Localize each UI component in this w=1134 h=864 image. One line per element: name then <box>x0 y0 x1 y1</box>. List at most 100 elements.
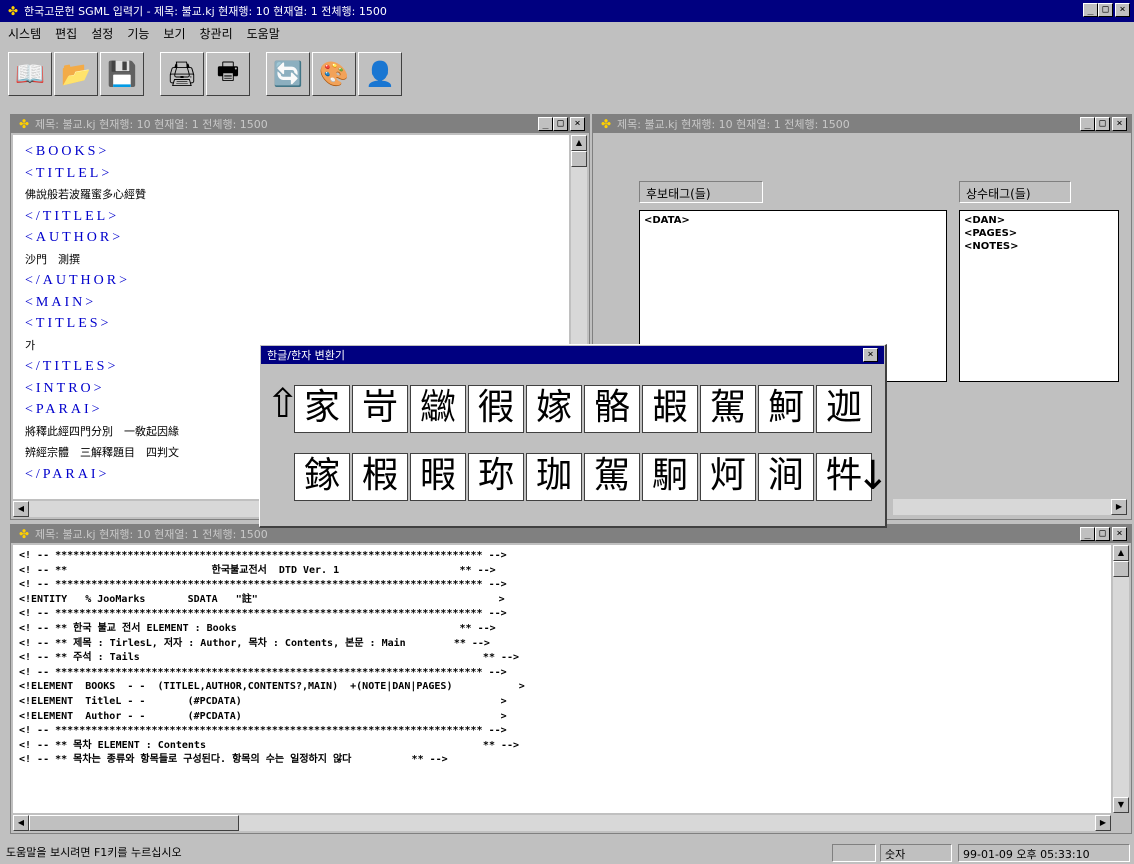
hanja-row-2: 鎵 椵 暇 珎 珈 駕 駉 炣 涧 牪 <box>294 453 872 501</box>
close-icon[interactable]: × <box>1112 117 1127 131</box>
dialog-controls: × <box>863 348 878 362</box>
text-line: 佛說般若波羅蜜多心經贊 <box>25 188 146 201</box>
minimize-icon[interactable]: _ <box>1080 527 1095 541</box>
scroll-left-icon[interactable]: ◀ <box>13 501 29 517</box>
close-icon[interactable]: × <box>863 348 878 362</box>
scroll-left-icon[interactable]: ◀ <box>13 815 29 831</box>
window-icon: ✤ <box>18 117 30 131</box>
maximize-icon[interactable]: □ <box>1098 3 1113 17</box>
dtd-line: <! -- ** 목차 ELEMENT : Contents ** --> <box>19 739 520 751</box>
minimize-icon[interactable]: _ <box>1083 3 1098 17</box>
scroll-down-icon[interactable]: ▼ <box>1113 797 1129 813</box>
dtd-line: <!ELEMENT BOOKS - - (TITLEL,AUTHOR,CONTE… <box>19 681 525 693</box>
menu-window[interactable]: 창관리 <box>200 25 233 42</box>
hanja-candidate[interactable]: 徦 <box>468 385 524 433</box>
status-pane-blank <box>832 844 876 862</box>
hanja-candidate[interactable]: 涧 <box>758 453 814 501</box>
color-icon[interactable]: 🎨 <box>312 52 356 96</box>
open-folder-icon[interactable]: 📂 <box>54 52 98 96</box>
dtd-line: <! -- **********************************… <box>19 550 507 561</box>
hanja-candidate[interactable]: 家 <box>294 385 350 433</box>
hanja-candidate[interactable]: 岢 <box>352 385 408 433</box>
hanja-candidate[interactable]: 駕 <box>584 453 640 501</box>
close-icon[interactable]: × <box>1112 527 1127 541</box>
scroll-right-icon[interactable]: ▶ <box>1111 499 1127 515</box>
close-icon[interactable]: × <box>570 117 585 131</box>
print-preview-icon[interactable]: 🖨 <box>160 52 204 96</box>
tag-horizontal-scrollbar[interactable]: ▶ <box>893 499 1127 515</box>
hanja-candidate[interactable]: 珈 <box>526 453 582 501</box>
dtd-line: <! -- **********************************… <box>19 579 507 591</box>
scroll-thumb[interactable] <box>571 151 587 167</box>
menu-system[interactable]: 시스템 <box>8 25 41 42</box>
hanja-candidate[interactable]: 駕 <box>700 385 756 433</box>
list-item[interactable]: <PAGES> <box>964 227 1114 240</box>
window-controls: _ □ × <box>1083 3 1130 17</box>
dtd-horizontal-scrollbar[interactable]: ◀ ▶ <box>13 815 1111 831</box>
scroll-up-icon[interactable]: ▲ <box>571 135 587 151</box>
printer-icon[interactable]: 🖶 <box>206 52 250 96</box>
list-item[interactable]: <DAN> <box>964 214 1114 227</box>
dtd-text-area[interactable]: <! -- **********************************… <box>13 545 1111 813</box>
hanja-candidate[interactable]: 暇 <box>410 453 466 501</box>
maximize-icon[interactable]: □ <box>1095 117 1110 131</box>
menu-help[interactable]: 도움말 <box>247 25 280 42</box>
scroll-thumb[interactable] <box>29 815 239 831</box>
convert-icon[interactable]: 🔄 <box>266 52 310 96</box>
dtd-line: <!ELEMENT TitleL - - (#PCDATA) > <box>19 695 507 707</box>
repeat-tags-list[interactable]: <DAN> <PAGES> <NOTES> <box>959 210 1119 382</box>
dtd-line: <! -- ** 목차는 종류와 항목들로 구성된다. 항목의 수는 일정하지 … <box>19 754 448 766</box>
menu-view[interactable]: 보기 <box>163 25 185 42</box>
close-icon[interactable]: × <box>1115 3 1130 17</box>
hanja-candidate[interactable]: 椵 <box>352 453 408 501</box>
open-book-icon[interactable]: 📖 <box>8 52 52 96</box>
app-icon: ✤ <box>7 4 19 18</box>
dialog-title: 한글/한자 변환기 <box>267 349 346 362</box>
hanja-row-1: 家 岢 㱍 徦 嫁 骼 嘏 駕 魺 迦 <box>294 385 872 433</box>
code-line: <TITLES> <box>25 316 112 331</box>
hanja-candidate[interactable]: 珎 <box>468 453 524 501</box>
hanja-candidate[interactable]: 嘏 <box>642 385 698 433</box>
tag-window-title: 제목: 불교.kj 현재행: 10 현재열: 1 전체행: 1500 <box>617 118 850 131</box>
hanja-candidate[interactable]: 炣 <box>700 453 756 501</box>
hanja-candidate[interactable]: 㱍 <box>410 385 466 433</box>
hanja-candidate[interactable]: 嫁 <box>526 385 582 433</box>
menu-function[interactable]: 기능 <box>127 25 149 42</box>
hanja-candidate[interactable]: 鎵 <box>294 453 350 501</box>
dtd-line: <! -- ** 주석 : Tails ** --> <box>19 652 520 664</box>
toolbar: 📖 📂 💾 🖨 🖶 🔄 🎨 👤 <box>0 46 1134 102</box>
dtd-window-title: 제목: 불교.kj 현재행: 10 현재열: 1 전체행: 1500 <box>35 528 268 541</box>
tag-window-controls: _ □ × <box>1080 117 1127 131</box>
minimize-icon[interactable]: _ <box>538 117 553 131</box>
hanja-candidate[interactable]: 魺 <box>758 385 814 433</box>
save-icon[interactable]: 💾 <box>100 52 144 96</box>
menu-settings[interactable]: 설정 <box>91 25 113 42</box>
dtd-window: ✤ 제목: 불교.kj 현재행: 10 현재열: 1 전체행: 1500 _ □… <box>10 524 1132 834</box>
maximize-icon[interactable]: □ <box>1095 527 1110 541</box>
scroll-thumb[interactable] <box>1113 561 1129 577</box>
code-line: <AUTHOR> <box>25 230 124 245</box>
hanja-candidate[interactable]: 迦 <box>816 385 872 433</box>
editor-window-controls: _ □ × <box>538 117 585 131</box>
dtd-line: <!ELEMENT Author - - (#PCDATA) > <box>19 710 507 722</box>
user-icon[interactable]: 👤 <box>358 52 402 96</box>
window-icon: ✤ <box>600 117 612 131</box>
page-down-arrow-icon[interactable]: ↓ <box>856 453 890 499</box>
dtd-vertical-scrollbar[interactable]: ▲ ▼ <box>1113 545 1129 813</box>
hanja-candidate[interactable]: 駉 <box>642 453 698 501</box>
app-title: 한국고문헌 SGML 입력기 - 제목: 불교.kj 현재행: 10 현재열: … <box>24 5 387 18</box>
dtd-line: <! -- **********************************… <box>19 725 507 737</box>
hanja-converter-dialog: 한글/한자 변환기 × ⇧ 家 岢 㱍 徦 嫁 骼 嘏 駕 魺 迦 鎵 椵 暇 … <box>259 344 890 528</box>
dialog-title-bar: 한글/한자 변환기 × <box>261 346 884 364</box>
status-help-text: 도움말을 보시려면 F1키를 누르십시오 <box>6 846 182 859</box>
hanja-candidate[interactable]: 骼 <box>584 385 640 433</box>
minimize-icon[interactable]: _ <box>1080 117 1095 131</box>
menu-edit[interactable]: 편집 <box>55 25 77 42</box>
candidate-tags-label: 후보태그(들) <box>639 181 763 203</box>
list-item[interactable]: <NOTES> <box>964 240 1114 253</box>
maximize-icon[interactable]: □ <box>553 117 568 131</box>
code-line: </AUTHOR> <box>25 273 131 288</box>
scroll-up-icon[interactable]: ▲ <box>1113 545 1129 561</box>
scroll-right-icon[interactable]: ▶ <box>1095 815 1111 831</box>
list-item[interactable]: <DATA> <box>644 214 942 227</box>
